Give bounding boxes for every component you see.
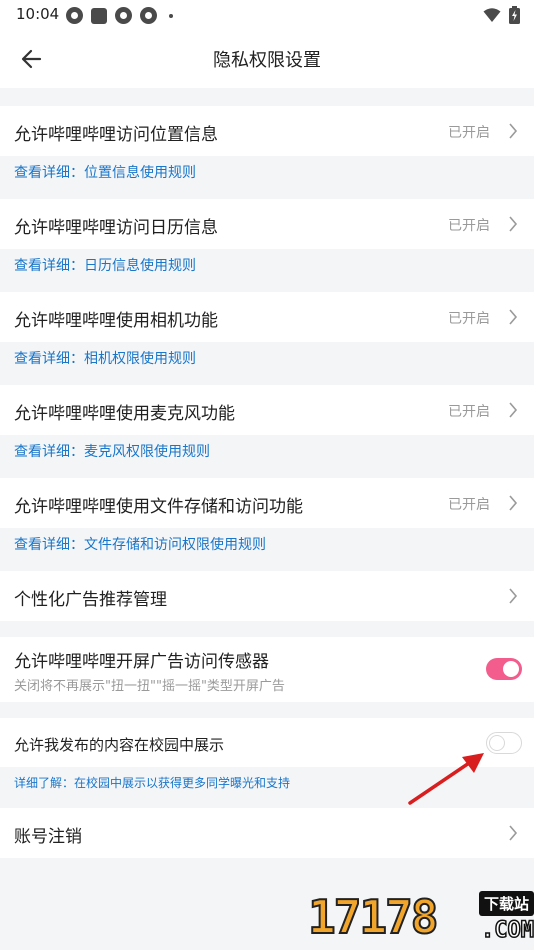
account-deletion-title: 账号注销 (14, 827, 82, 847)
splash-sensor-toggle[interactable] (486, 658, 522, 680)
status-bar: 10:04 (0, 0, 534, 30)
battery-icon (509, 6, 520, 24)
location-rule-link[interactable]: 查看详细：位置信息使用规则 (14, 162, 196, 182)
page-title: 隐私权限设置 (213, 50, 321, 71)
watermark-domain: .COM (480, 917, 534, 944)
notification-app-icon (115, 7, 132, 24)
system-icons (483, 6, 520, 24)
permission-title: 允许哔哩哔哩使用相机功能 (14, 311, 218, 331)
permission-location-row[interactable]: 允许哔哩哔哩访问位置信息 已开启 (0, 106, 534, 156)
ad-recommendation-title: 个性化广告推荐管理 (14, 590, 167, 610)
permission-status: 已开启 (448, 218, 490, 234)
more-notifications-icon (169, 13, 173, 18)
chevron-right-icon (509, 495, 518, 511)
ad-recommendation-row[interactable]: 个性化广告推荐管理 (0, 571, 534, 621)
permission-camera-row[interactable]: 允许哔哩哔哩使用相机功能 已开启 (0, 292, 534, 342)
account-deletion-row[interactable]: 账号注销 (0, 808, 534, 858)
campus-learn-more-link[interactable]: 详细了解：在校园中展示以获得更多同学曝光和支持 (14, 774, 290, 791)
campus-display-title: 允许我发布的内容在校园中展示 (14, 736, 225, 754)
site-watermark: 17178 下载站 .COM (307, 888, 534, 950)
notification-square-icon (91, 7, 107, 24)
watermark-number: 17178 (307, 889, 439, 945)
permission-status: 已开启 (448, 311, 490, 327)
camera-rule-link[interactable]: 查看详细：相机权限使用规则 (14, 348, 196, 368)
chevron-right-icon (509, 402, 518, 418)
permission-title: 允许哔哩哔哩访问位置信息 (14, 125, 218, 145)
microphone-rule-link[interactable]: 查看详细：麦克风权限使用规则 (14, 441, 210, 461)
top-bar: 隐私权限设置 (0, 30, 534, 88)
permission-title: 允许哔哩哔哩访问日历信息 (14, 218, 218, 238)
permission-microphone-row[interactable]: 允许哔哩哔哩使用麦克风功能 已开启 (0, 385, 534, 435)
splash-sensor-row: 允许哔哩哔哩开屏广告访问传感器 关闭将不再展示"扭一扭""摇一摇"类型开屏广告 (0, 637, 534, 702)
watermark-badge: 下载站 (478, 891, 534, 916)
toggle-knob (503, 661, 519, 677)
permission-calendar-row[interactable]: 允许哔哩哔哩访问日历信息 已开启 (0, 199, 534, 249)
permission-title: 允许哔哩哔哩使用文件存储和访问功能 (14, 497, 303, 517)
chevron-right-icon (509, 309, 518, 325)
calendar-rule-link[interactable]: 查看详细：日历信息使用规则 (14, 255, 196, 275)
permission-storage-row[interactable]: 允许哔哩哔哩使用文件存储和访问功能 已开启 (0, 478, 534, 528)
notification-app-icon (140, 7, 157, 24)
status-time: 10:04 (16, 5, 60, 23)
permission-status: 已开启 (448, 497, 490, 513)
chevron-right-icon (509, 123, 518, 139)
chevron-right-icon (509, 216, 518, 232)
storage-rule-link[interactable]: 查看详细：文件存储和访问权限使用规则 (14, 534, 266, 554)
annotation-arrow-icon (408, 753, 484, 805)
wifi-icon (483, 8, 501, 22)
notification-icons (66, 7, 173, 24)
permission-title: 允许哔哩哔哩使用麦克风功能 (14, 404, 235, 424)
splash-sensor-subtitle: 关闭将不再展示"扭一扭""摇一摇"类型开屏广告 (14, 679, 285, 694)
chevron-right-icon (509, 588, 518, 604)
splash-sensor-title: 允许哔哩哔哩开屏广告访问传感器 (14, 652, 269, 672)
chevron-right-icon (509, 825, 518, 841)
notification-app-icon (66, 7, 83, 24)
permission-status: 已开启 (448, 125, 490, 141)
permission-status: 已开启 (448, 404, 490, 420)
